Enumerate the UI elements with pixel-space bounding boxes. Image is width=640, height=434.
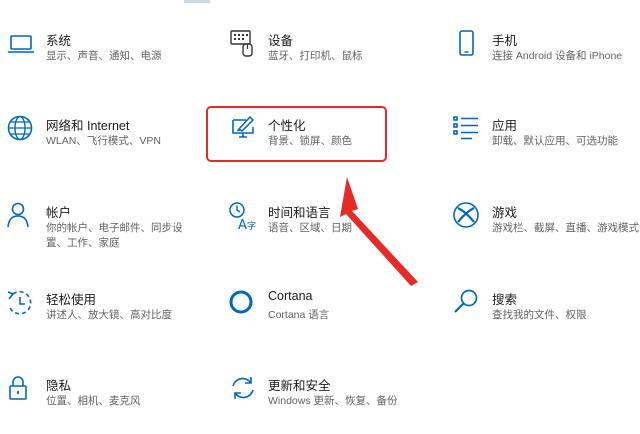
svg-text:A: A	[238, 218, 247, 231]
tile-subtitle: 蓝牙、打印机、鼠标	[268, 50, 363, 62]
tile-title: 帐户	[46, 206, 72, 220]
settings-tile-phone[interactable]: 手机 连接 Android 设备和 iPhone	[452, 29, 640, 89]
laptop-icon	[6, 29, 36, 59]
tile-subtitle: WLAN、飞行模式、VPN	[46, 135, 161, 147]
tile-subtitle: 游戏栏、截屏、直播、游戏模式	[492, 222, 639, 234]
tile-subtitle: 显示、声音、通知、电源	[46, 50, 162, 62]
tile-subtitle: 位置、相机、麦克风	[46, 395, 141, 407]
cortana-icon	[228, 288, 258, 318]
search-icon	[452, 288, 482, 318]
tile-subtitle: Windows 更新、恢复、备份	[268, 395, 398, 407]
settings-tile-ease-of-access[interactable]: 轻松使用 讲述人、放大镜、高对比度	[6, 288, 206, 348]
settings-tile-update-security[interactable]: 更新和安全 Windows 更新、恢复、备份	[228, 374, 428, 434]
ease-of-access-icon	[6, 288, 36, 318]
highlight-box	[206, 106, 387, 162]
xbox-icon	[452, 201, 482, 231]
tile-subtitle: 查找我的文件、权限	[492, 309, 587, 321]
settings-tile-apps[interactable]: 应用 卸载、默认应用、可选功能	[452, 114, 640, 174]
settings-tile-cortana[interactable]: Cortana Cortana 语言	[228, 288, 428, 348]
svg-text:字: 字	[247, 220, 256, 231]
tile-title: 手机	[492, 34, 518, 48]
tile-title: 时间和语言	[268, 206, 331, 220]
phone-icon	[452, 29, 482, 59]
settings-tile-gaming[interactable]: 游戏 游戏栏、截屏、直播、游戏模式	[452, 201, 640, 261]
person-icon	[6, 201, 36, 231]
tile-title: 游戏	[492, 206, 518, 220]
tile-subtitle-line2: 置、工作、家庭	[46, 237, 120, 249]
settings-tile-privacy[interactable]: 隐私 位置、相机、麦克风	[6, 374, 206, 434]
tile-title: 轻松使用	[46, 293, 97, 307]
tile-title: 隐私	[46, 379, 72, 393]
globe-icon	[6, 114, 36, 144]
tile-subtitle: 卸载、默认应用、可选功能	[492, 135, 618, 147]
tile-subtitle: 语音、区域、日期	[268, 222, 352, 234]
settings-tile-devices[interactable]: 设备 蓝牙、打印机、鼠标	[228, 29, 428, 89]
tile-title: 搜索	[492, 293, 518, 307]
apps-list-icon	[452, 114, 482, 144]
settings-tile-accounts[interactable]: 帐户 你的帐户、电子邮件、同步设 置、工作、家庭	[6, 201, 206, 261]
tile-title: 系统	[46, 34, 72, 48]
tile-title: 设备	[268, 34, 294, 48]
lock-icon	[6, 374, 36, 404]
tile-subtitle: Cortana 语言	[268, 309, 330, 321]
tile-subtitle: 讲述人、放大镜、高对比度	[46, 309, 172, 321]
tile-title: 网络和 Internet	[46, 119, 130, 133]
settings-tile-search[interactable]: 搜索 查找我的文件、权限	[452, 288, 640, 348]
settings-tile-network[interactable]: 网络和 Internet WLAN、飞行模式、VPN	[6, 114, 206, 174]
tile-subtitle-line1: 你的帐户、电子邮件、同步设	[46, 222, 183, 234]
tile-title: 更新和安全	[268, 379, 331, 393]
tile-subtitle: 连接 Android 设备和 iPhone	[492, 50, 623, 62]
keyboard-icon	[228, 29, 258, 59]
top-scroll-marker	[184, 0, 210, 3]
settings-tile-system[interactable]: 系统 显示、声音、通知、电源	[6, 29, 206, 89]
settings-tile-time-language[interactable]: A字 时间和语言 语音、区域、日期	[228, 201, 428, 261]
tile-title: 应用	[492, 119, 518, 133]
update-icon	[228, 374, 258, 404]
time-language-icon: A字	[228, 201, 258, 231]
tile-title: Cortana	[268, 289, 313, 303]
